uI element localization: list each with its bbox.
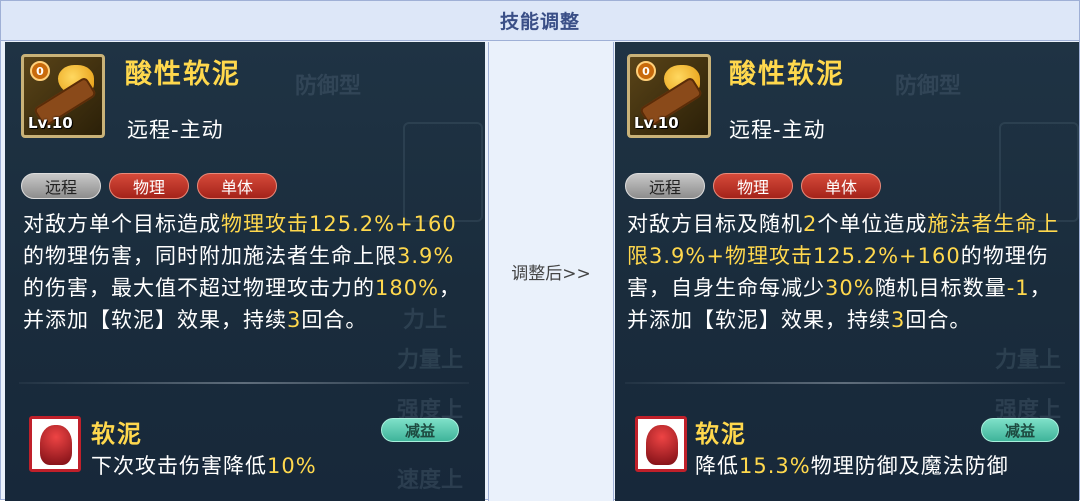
desc-highlight: 180% [375, 276, 440, 300]
slime-effect-icon [29, 416, 81, 472]
rank-badge: 0 [30, 61, 50, 81]
background-ghost-text: 防御型 [895, 74, 962, 99]
effect-description: 下次攻击伤害降低10% [91, 450, 317, 480]
skill-name: 酸性软泥 [729, 59, 845, 90]
desc-segment: 回合。 [301, 308, 368, 332]
desc-highlight: -1 [1006, 276, 1030, 300]
background-ghost-text: 力量上 [995, 348, 1062, 373]
desc-segment: 的伤害，最大值不超过物理攻击力的 [23, 276, 375, 300]
desc-segment: 回合。 [905, 308, 972, 332]
skill-icon: 0 Lv.10 [21, 54, 105, 138]
skill-level: Lv.10 [28, 114, 73, 132]
skill-tags: 远程 物理 单体 [625, 173, 881, 199]
divider [625, 382, 1065, 384]
comparison-frame: 技能调整 防御型 力上 力量上 强度上 速度上 0 Lv.10 酸性软泥 远程-… [0, 0, 1080, 501]
skill-description: 对敌方目标及随机2个单位造成施法者生命上限3.9%+物理攻击125.2%+160… [627, 208, 1071, 336]
tag-range: 远程 [21, 173, 101, 199]
effect-description: 降低15.3%物理防御及魔法防御 [695, 450, 1009, 480]
slime-effect-icon [635, 416, 687, 472]
page-title: 技能调整 [499, 11, 580, 33]
desc-segment: 个单位造成 [817, 212, 928, 236]
background-ghost-text: 防御型 [295, 74, 362, 99]
skill-type: 远程-主动 [127, 118, 224, 142]
effect-desc-highlight: 15.3% [739, 454, 811, 478]
effect-name: 软泥 [91, 420, 143, 448]
tag-range: 远程 [625, 173, 705, 199]
tag-target: 单体 [197, 173, 277, 199]
skill-panel-after: 防御型 力量上 强度上 0 Lv.10 酸性软泥 远程-主动 远程 物理 单体 … [615, 42, 1079, 501]
skill-description: 对敌方单个目标造成物理攻击125.2%+160 的物理伤害，同时附加施法者生命上限… [23, 208, 473, 336]
adjusted-arrow-label: 调整后>> [488, 42, 614, 501]
creature-icon [40, 425, 72, 465]
adjusted-label: 调整后>> [511, 264, 591, 284]
desc-segment: 随机目标数量 [874, 276, 1007, 300]
background-ghost-card [999, 122, 1079, 222]
skill-level: Lv.10 [634, 114, 679, 132]
desc-segment: 对敌方单个目标造成 [23, 212, 221, 236]
desc-highlight: 3 [891, 308, 906, 332]
tag-target: 单体 [801, 173, 881, 199]
effect-desc-segment: 物理防御及魔法防御 [810, 454, 1009, 478]
skill-type: 远程-主动 [729, 118, 826, 142]
rank-badge: 0 [636, 61, 656, 81]
header-bar: 技能调整 [1, 1, 1079, 41]
effect-desc-segment: 降低 [695, 454, 739, 478]
background-ghost-card [403, 122, 483, 222]
tag-damage-type: 物理 [109, 173, 189, 199]
effect-desc-segment: 下次攻击伤害降低 [91, 454, 267, 478]
divider [19, 382, 469, 384]
creature-icon [646, 425, 678, 465]
background-ghost-text: 力量上 [397, 348, 464, 373]
skill-name: 酸性软泥 [125, 59, 241, 90]
skill-panel-before: 防御型 力上 力量上 强度上 速度上 0 Lv.10 酸性软泥 远程-主动 远程… [5, 42, 485, 501]
desc-segment: 对敌方目标及随机 [627, 212, 803, 236]
effect-desc-highlight: 10% [267, 454, 317, 478]
desc-highlight: 物理攻击125.2%+160 [221, 212, 457, 236]
debuff-badge: 减益 [381, 418, 459, 442]
skill-tags: 远程 物理 单体 [21, 173, 277, 199]
debuff-badge: 减益 [981, 418, 1059, 442]
desc-highlight: 30% [825, 276, 875, 300]
skill-icon: 0 Lv.10 [627, 54, 711, 138]
tag-damage-type: 物理 [713, 173, 793, 199]
desc-segment: 的物理伤害，同时附加施法者生命上限 [23, 244, 397, 268]
effect-name: 软泥 [695, 420, 747, 448]
background-ghost-text: 速度上 [397, 468, 464, 493]
desc-highlight: 3.9% [397, 244, 455, 268]
desc-highlight: 3 [287, 308, 302, 332]
desc-highlight: 2 [803, 212, 818, 236]
